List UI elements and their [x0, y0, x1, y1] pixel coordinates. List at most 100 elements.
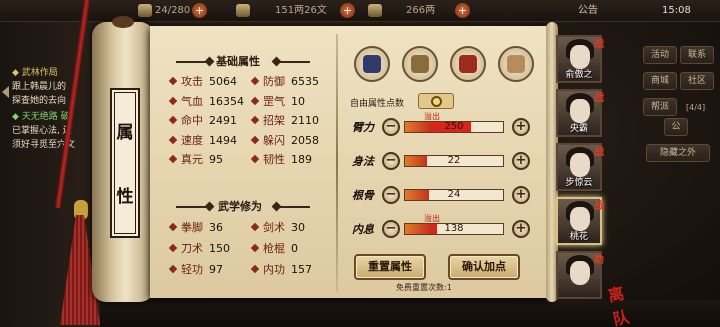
contacts-button[interactable]: 联系	[680, 46, 714, 64]
attribute-bar: 22	[404, 155, 504, 167]
warrior-icon	[363, 55, 381, 73]
ingot-icon	[368, 4, 382, 17]
collapse-arrow-icon[interactable]	[2, 86, 9, 98]
silver-value: 151两26文	[275, 5, 327, 16]
decrease-button[interactable]: −	[382, 186, 400, 204]
party-member-portrait[interactable]: 桃花 战	[556, 197, 604, 245]
increase-button[interactable]: +	[512, 152, 530, 170]
stat-row: 命中 2491	[168, 112, 237, 128]
panel-title-char: 性	[116, 187, 134, 207]
figure-icon	[507, 55, 525, 73]
face	[570, 45, 590, 69]
leave-party-button[interactable]: 离队	[605, 277, 638, 327]
add-stamina-button[interactable]: +	[192, 3, 207, 18]
stat-value: 30	[291, 221, 305, 234]
clock: 15:08	[662, 5, 691, 16]
events-button[interactable]: 活动	[643, 46, 677, 64]
diamond-icon	[250, 115, 260, 125]
role-badge: 助	[594, 255, 604, 266]
decrease-button[interactable]: −	[382, 152, 400, 170]
stat-label: 命中	[181, 114, 203, 127]
attribute-bar: 138	[404, 223, 504, 235]
stat-row: 内功 157	[250, 261, 312, 277]
stat-row: 招架 2110	[250, 112, 319, 128]
party-member-portrait[interactable]: 央霸 战	[556, 89, 604, 137]
member-name: 步惊云	[565, 178, 593, 188]
role-badge: 战	[594, 147, 604, 158]
diamond-icon	[168, 243, 178, 253]
stat-value: 2491	[209, 114, 237, 127]
stat-row: 拳脚 36	[168, 219, 223, 235]
stat-row: 速度 1494	[168, 132, 237, 148]
diamond-icon	[168, 115, 178, 125]
increase-button[interactable]: +	[512, 118, 530, 136]
stat-label: 刀术	[181, 242, 203, 255]
quest-line: ◆ 天无绝路 破	[12, 112, 70, 122]
increase-button[interactable]: +	[512, 220, 530, 238]
member-name: 央霸	[569, 124, 588, 134]
attribute-label: 身法	[352, 155, 374, 168]
title-ornament	[176, 61, 210, 63]
silver-icon	[236, 4, 250, 17]
game-screen: 24/280 + 151两26文 + 266两 + 公告 15:08 ◆ 武林作…	[0, 0, 720, 327]
title-ornament	[276, 206, 310, 208]
decrease-button[interactable]: −	[382, 220, 400, 238]
top-status-bar: 24/280 + 151两26文 + 266两 + 公告 15:08	[0, 0, 720, 22]
attribute-label: 根骨	[352, 189, 374, 202]
party-member-portrait[interactable]: 俞傲之 战	[556, 35, 604, 83]
stat-value: 5064	[209, 75, 237, 88]
increase-button[interactable]: +	[512, 186, 530, 204]
diamond-icon	[168, 222, 178, 232]
free-points-value-box	[418, 93, 454, 109]
attribute-bar: 24	[404, 189, 504, 201]
free-reset-count: 免费重置次数:1	[396, 283, 452, 292]
quest-line: 探查她的去向	[12, 96, 67, 106]
stat-row: 轻功 97	[168, 261, 223, 277]
stat-row: 枪棍 0	[250, 240, 298, 256]
scroll-icon	[411, 55, 429, 73]
reset-attributes-button[interactable]: 重置属性	[354, 254, 426, 280]
meridian-tab[interactable]	[450, 46, 486, 82]
attribute-value: 250	[444, 121, 464, 132]
yin-yang-icon	[459, 55, 477, 73]
stat-label: 内功	[263, 263, 285, 276]
diamond-icon	[168, 76, 178, 86]
attribute-value: 138	[444, 223, 464, 234]
stat-value: 95	[209, 153, 223, 166]
attribute-value: 24	[447, 189, 461, 200]
stat-label: 防御	[263, 75, 285, 88]
body-tab[interactable]	[498, 46, 534, 82]
diamond-icon	[168, 96, 178, 105]
attributes-tab[interactable]	[354, 46, 390, 82]
overflow-label: 溢出	[424, 112, 440, 121]
party-member-portrait[interactable]: 步惊云 战	[556, 143, 604, 191]
shop-button[interactable]: 商城	[643, 72, 677, 90]
guild-button[interactable]: 帮派	[643, 98, 677, 116]
stat-row: 气血 16354	[168, 93, 244, 109]
public-tab[interactable]: 公	[664, 118, 688, 136]
add-ingot-button[interactable]: +	[455, 3, 470, 18]
column-divider	[336, 34, 338, 292]
diamond-icon	[250, 222, 260, 232]
stat-row: 剑术 30	[250, 219, 305, 235]
confirm-points-button[interactable]: 确认加点	[448, 254, 520, 280]
attribute-label: 臂力	[352, 121, 374, 134]
stat-value: 16354	[209, 94, 244, 108]
attribute-label: 内息	[352, 223, 374, 236]
diamond-icon	[250, 96, 260, 105]
hide-others-button[interactable]: 隐藏之外	[646, 144, 710, 162]
stat-value: 189	[291, 153, 312, 166]
party-member-portrait[interactable]: 助	[556, 251, 604, 299]
diamond-icon	[250, 76, 260, 86]
announcement-button[interactable]: 公告	[578, 3, 598, 18]
role-badge: 战	[594, 201, 604, 212]
panel-title: 属 性	[110, 88, 140, 238]
add-silver-button[interactable]: +	[340, 3, 355, 18]
diamond-icon	[250, 154, 260, 164]
community-button[interactable]: 社区	[680, 72, 714, 90]
quest-line: ◆ 武林作局	[12, 68, 58, 78]
decrease-button[interactable]: −	[382, 118, 400, 136]
stat-value: 157	[291, 263, 312, 276]
skills-tab[interactable]	[402, 46, 438, 82]
stat-label: 攻击	[181, 75, 203, 88]
